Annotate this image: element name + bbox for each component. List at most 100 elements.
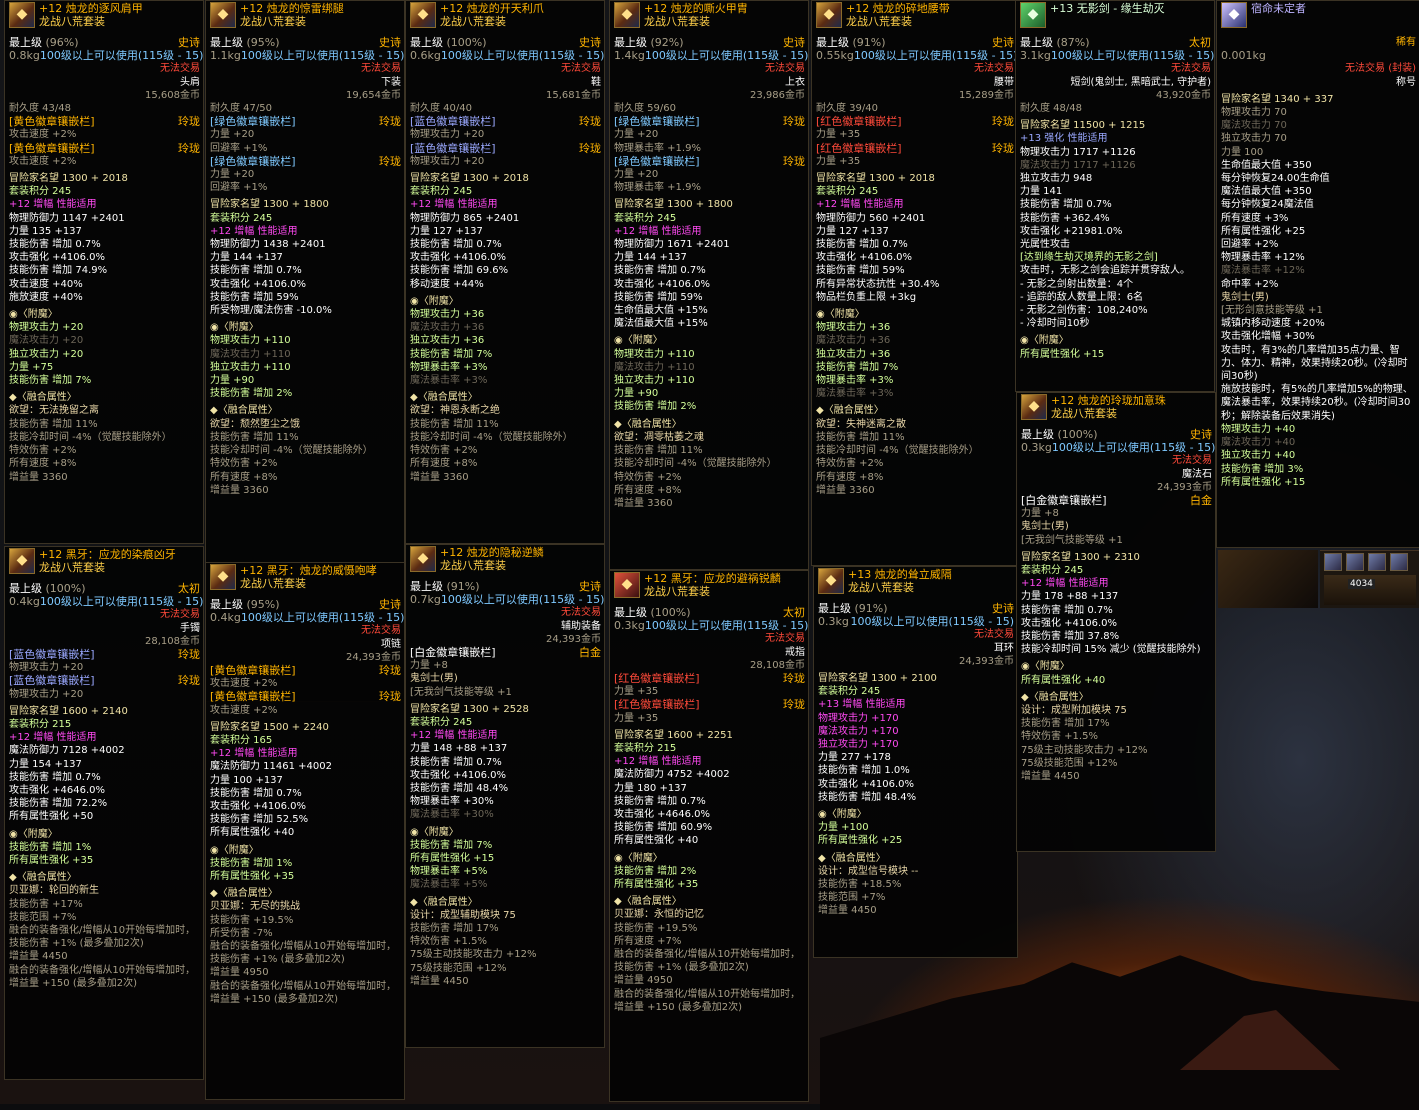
stat-line: 特效伤害 +1.5% xyxy=(410,936,487,948)
buff-icon[interactable] xyxy=(1368,553,1386,571)
magic-stone-icon: ◆ xyxy=(1021,394,1047,420)
weight: 0.001kg xyxy=(1221,49,1266,63)
rarity: 史诗 xyxy=(178,36,200,49)
stat-line: 增益量 4450 xyxy=(1021,771,1080,783)
item-name: +12 烛龙的碎地腰带 xyxy=(846,2,950,15)
stat-line: 增益量 3360 xyxy=(816,484,875,496)
stat-line: 技能伤害 增加 1.0% xyxy=(818,765,910,777)
stat-line: ◉〈附魔〉 xyxy=(1020,335,1069,347)
buff-icon[interactable] xyxy=(1390,553,1408,571)
stat-line: 攻击时，无影之剑会追踪并贯穿敌人。 xyxy=(1020,265,1190,277)
item-name: +12 烛龙的隐秘逆鳞 xyxy=(440,546,544,559)
grade-row: 最上级 (91%) 史诗 xyxy=(410,580,601,593)
stat-line: 套装积分 245 xyxy=(614,212,677,224)
item-price: 15,289金币 xyxy=(959,89,1014,101)
stat-line: 技能伤害 增加 11% xyxy=(410,418,499,430)
stat-line: 冒险家名望 1300 + 2100 xyxy=(818,673,937,685)
stat-line: 回避率 +1% xyxy=(210,142,268,154)
stat-line: 增益量 3360 xyxy=(9,471,68,483)
buff-icon[interactable] xyxy=(1346,553,1364,571)
stat-line: 技能伤害 增加 17% xyxy=(1021,718,1110,730)
stat-line: ◆〈融合属性〉 xyxy=(614,896,682,908)
stat-line: 每分钟恢复24.00生命值 xyxy=(1221,173,1330,185)
tooltip-header: ◆ +13 烛龙的耸立威隔 龙战八荒套装 xyxy=(818,568,1014,598)
req-row: 3.1kg 100级以上可以使用(115级 - 15) xyxy=(1020,49,1214,62)
grade-row: 最上级 (100%) 史诗 xyxy=(410,36,601,49)
grade: 最上级 xyxy=(210,598,243,611)
stat-line: 技能伤害 增加 72.2% xyxy=(9,798,108,810)
grade-pct: (100%) xyxy=(1057,428,1098,441)
stat-line: 力量 127 +137 xyxy=(410,225,483,237)
stat-line: 冒险家名望 1300 + 2018 xyxy=(9,173,128,185)
stat-line: 生命值最大值 +15% xyxy=(614,305,708,317)
stat-line: - 无影之剑伤害：108,240% xyxy=(1020,305,1148,317)
grade-row: 最上级 (100%) 太初 xyxy=(614,606,805,619)
stat-line: +12 增幅 性能适用 xyxy=(210,225,298,237)
stat-line: 冒险家名望 1300 + 2528 xyxy=(410,703,529,715)
item-slot: 鞋 xyxy=(591,76,601,88)
item-trade: 无法交易 xyxy=(561,607,601,619)
stat-line: 套装积分 215 xyxy=(614,743,677,755)
stat-line: 物理暴击率 +5% xyxy=(410,866,488,878)
stat-line: 75级技能范围 +12% xyxy=(1021,757,1118,769)
stat-line: 技能伤害 +17% xyxy=(9,898,83,910)
grade-row: 最上级 (92%) 史诗 xyxy=(614,36,805,49)
stat-line: 特效伤害 +2% xyxy=(816,458,884,470)
stat-line: 攻击强化 +4646.0% xyxy=(9,785,106,797)
grade-pct: (91%) xyxy=(446,580,480,593)
stat-line: 欲望：颓然堕尘之饿 xyxy=(210,418,300,430)
stat-line: 力量 141 xyxy=(1020,186,1063,198)
item-price: 24,393金币 xyxy=(546,633,601,645)
stat-line: ◉〈附魔〉 xyxy=(9,309,58,321)
stat-line: 魔法暴击率 +12% xyxy=(1221,265,1305,277)
buff-icon[interactable] xyxy=(1324,553,1342,571)
stat-line: 设计：成型附加模块 75 xyxy=(1021,705,1127,717)
set-name: 龙战八荒套装 xyxy=(39,561,105,574)
level-req: 100级以上可以使用(115级 - 15) xyxy=(440,49,605,63)
stat-line: 独立攻击力 70 xyxy=(1221,133,1287,145)
stat-line: 技能伤害 增加 11% xyxy=(9,418,98,430)
req-row: 1.4kg 100级以上可以使用(115级 - 15) xyxy=(614,49,808,63)
stat-line: 独立攻击力 +20 xyxy=(9,348,84,360)
socket-slot: [白金徽章镶嵌栏] 白金 xyxy=(410,646,601,660)
stat-line: 物理攻击力 +20 xyxy=(9,662,84,674)
stat-line: 所有属性强化 +15 xyxy=(1221,476,1306,488)
shoes-icon: ◆ xyxy=(410,2,436,28)
stat-line: 技能范围 +7% xyxy=(818,892,886,904)
stat-line: 所有属性强化 +35 xyxy=(614,879,699,891)
stat-line: 物理暴击率 +3% xyxy=(410,361,488,373)
weight: 1.4kg xyxy=(614,49,645,63)
stat-line: 力量 +8 xyxy=(1021,508,1059,520)
stat-line: ◉〈附魔〉 xyxy=(816,309,865,321)
stat-line: 技能冷却时间 -4%（觉醒技能除外） xyxy=(210,445,373,457)
stat-line: 套装积分 215 xyxy=(9,719,72,731)
stat-line: 融合的装备强化/增幅从10开始每增加时，增益量 +150 (最多叠加2次) xyxy=(614,988,801,1013)
stat-line: 魔法攻击力 70 xyxy=(1221,120,1287,132)
grade: 最上级 xyxy=(816,36,849,49)
grade-pct: (95%) xyxy=(246,36,280,49)
stat-line: 增益量 4950 xyxy=(614,975,673,987)
stat-line: 冒险家名望 1300 + 2310 xyxy=(1021,551,1140,563)
stat-line: 技能伤害 增加 59% xyxy=(614,291,703,303)
stat-line: 力量 +20 xyxy=(614,129,659,141)
stat-line: 攻击强化 +4106.0% xyxy=(410,252,507,264)
stat-line: 物理暴击率 +1.9% xyxy=(614,142,701,154)
stat-line: +12 增幅 性能适用 xyxy=(9,732,97,744)
item-slot: 上衣 xyxy=(785,76,805,88)
weight: 0.6kg xyxy=(410,49,441,63)
sword-icon: ◆ xyxy=(1020,2,1046,28)
stat-line: 所有速度 +8% xyxy=(614,484,682,496)
stat-line: 魔法攻击力 +110 xyxy=(210,348,291,360)
rarity: 稀有 xyxy=(1396,37,1416,48)
stat-line: 物理攻击力 +36 xyxy=(410,309,485,321)
stat-line: 物理暴击率 +1.9% xyxy=(614,182,701,194)
item-name: +12 黑牙：应龙的避祸锐麟 xyxy=(644,572,781,585)
set-name: 龙战八荒套装 xyxy=(240,15,306,28)
stat-line: 攻击强化增幅 +30% xyxy=(1221,331,1315,343)
stat-line: 所受伤害 -7% xyxy=(210,927,273,939)
stat-line: 技能伤害 增加 74.9% xyxy=(9,265,108,277)
item-tooltip: ◆ +13 烛龙的耸立威隔 龙战八荒套装 最上级 (91%) 史诗 0.3kg 100级以上… xyxy=(813,566,1018,958)
stat-line: 技能伤害 增加 0.7% xyxy=(210,787,302,799)
stat-line: 耐久度 48/48 xyxy=(1020,103,1082,115)
item-slot: 戒指 xyxy=(785,646,805,658)
